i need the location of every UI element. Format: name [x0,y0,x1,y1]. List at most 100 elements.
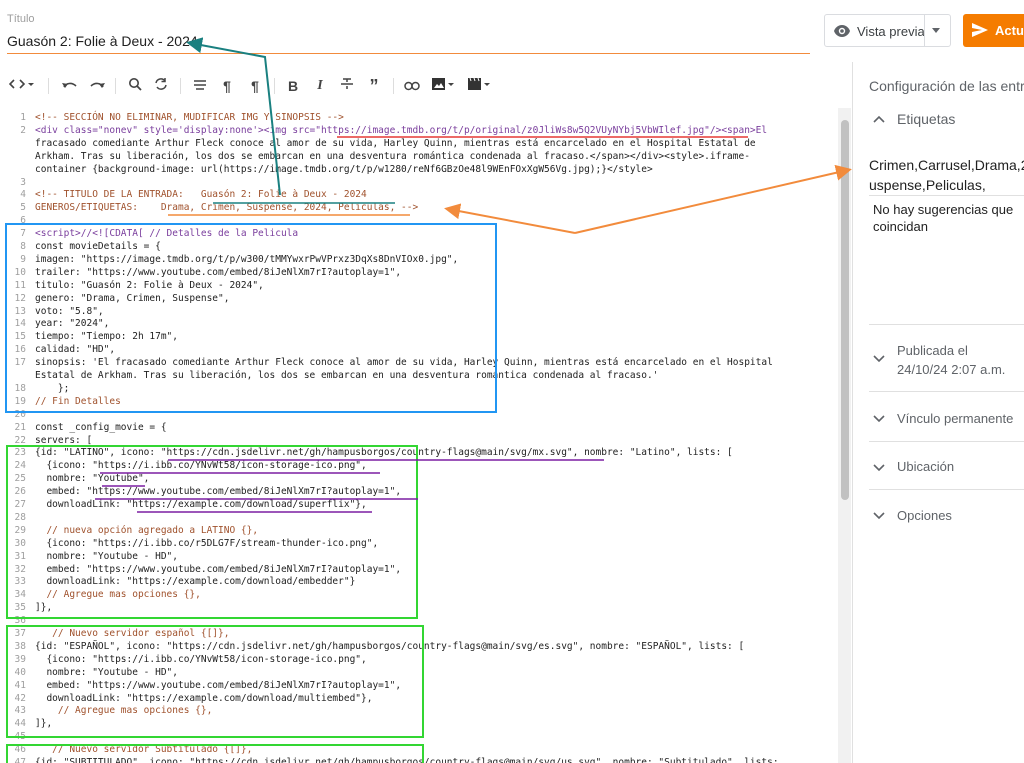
code-line[interactable]: nombre: "Youtube", [35,473,149,484]
code-line[interactable]: fracasado comediante Arthur Fleck conoce… [35,138,756,149]
quote-icon[interactable]: ” [366,76,382,96]
code-line[interactable]: const movieDetails = { [35,241,161,252]
code-line[interactable]: calidad: "HD", [35,344,115,355]
code-line[interactable]: embed: "https://www.youtube.com/embed/8i… [35,486,401,497]
code-line[interactable]: embed: "https://www.youtube.com/embed/8i… [35,680,401,691]
editor-toolbar: ¶ ¶ B I ” [0,66,848,106]
code-line[interactable]: nombre: "Youtube - HD", [35,667,178,678]
code-line[interactable]: // nueva opción agregado a LATINO {}, [35,525,258,536]
line-number: 9 [20,253,26,265]
line-number: 35 [14,602,26,614]
redo-icon[interactable] [87,76,107,96]
chevron-down-icon[interactable] [932,28,940,33]
code-line[interactable]: <div class="nonev" style='display:none'>… [35,125,767,136]
line-number: 41 [14,679,26,691]
code-line[interactable]: {id: "LATINO", icono: "https://cdn.jsdel… [35,447,733,458]
code-line[interactable]: trailer: "https://www.youtube.com/embed/… [35,267,401,278]
code-line[interactable]: tiempo: "Tiempo: 2h 17m", [35,331,178,342]
post-title-input[interactable]: Guasón 2: Folie à Deux - 2024 [7,33,198,49]
code-line[interactable]: // Agregue mas opciones {}, [35,589,200,600]
bold-icon[interactable]: B [285,76,301,96]
code-line[interactable]: {id: "ESPAÑOL", icono: "https://cdn.jsde… [35,641,744,652]
send-icon [971,22,989,43]
line-number: 21 [14,421,26,433]
line-number: 26 [14,486,26,498]
chevron-up-icon[interactable] [873,114,885,124]
code-line[interactable]: downloadLink: "https://example.com/downl… [35,576,355,587]
code-line[interactable]: GENEROS/ETIQUETAS: Drama, Crimen, Suspen… [35,202,418,213]
chevron-down-icon[interactable] [873,354,885,364]
strikethrough-icon[interactable] [339,76,355,96]
code-line[interactable]: ]}, [35,602,52,613]
code-line[interactable]: Arkham. Tras su liberación, los dos se e… [35,151,750,162]
code-line[interactable]: voto: "5.8", [35,306,104,317]
code-line[interactable]: titulo: "Guasón 2: Folie à Deux - 2024", [35,280,264,291]
search-icon[interactable] [126,76,144,96]
chevron-down-icon[interactable] [873,463,885,473]
code-line[interactable]: container {background-image: url(https:/… [35,164,653,175]
line-number: 40 [14,666,26,678]
code-line[interactable]: // Agregue mas opciones {}, [35,705,212,716]
chevron-down-icon[interactable] [873,511,885,521]
video-icon[interactable] [466,76,492,96]
code-line[interactable]: // Fin Detalles [35,396,121,407]
line-number: 43 [14,705,26,717]
line-number: 30 [14,537,26,549]
chevron-down-icon[interactable] [873,414,885,424]
link-icon[interactable] [403,76,421,96]
code-line[interactable]: Estatal de Arkham. Tras su liberación, l… [35,370,658,381]
code-line[interactable]: year: "2024", [35,318,109,329]
title-caption: Título [7,13,35,25]
code-line[interactable]: downloadLink: "https://example.com/downl… [35,499,366,510]
image-icon[interactable] [430,76,456,96]
line-number: 44 [14,718,26,730]
code-line[interactable]: imagen: "https://image.tmdb.org/t/p/w300… [35,254,458,265]
code-view-icon[interactable] [8,76,36,96]
code-line[interactable]: {icono: "https://i.ibb.co/YNvWt58/icon-s… [35,654,366,665]
code-line[interactable]: {icono: "https://i.ibb.co/YNvWt58/icon-s… [35,460,366,471]
line-number: 29 [14,524,26,536]
paragraph-icon[interactable]: ¶ [219,76,235,96]
editor-scrollbar-thumb[interactable] [841,120,849,500]
undo-icon[interactable] [60,76,80,96]
published-label: Publicada el [897,343,968,358]
line-number: 25 [14,473,26,485]
code-line[interactable]: <!-- TITULO DE LA ENTRADA: Guasón 2: Fol… [35,189,367,200]
code-line[interactable]: {icono: "https://i.ibb.co/r5DLG7F/stream… [35,538,378,549]
line-number: 6 [20,215,26,227]
format-icon[interactable] [191,76,209,96]
code-line[interactable]: ]}, [35,718,52,729]
code-line[interactable]: // Nuevo servidor Subtitulado {[]}, [35,744,252,755]
code-editor[interactable]: 1 <!-- SECCIÓN NO ELIMINAR, MUDIFICAR IMG… [0,108,838,763]
ltr-paragraph-icon[interactable]: ¶ [246,76,264,96]
line-number: 23 [14,447,26,459]
code-line[interactable]: {id: "SUBTITULADO", icono: "https://cdn.… [35,757,779,763]
code-line[interactable]: <!-- SECCIÓN NO ELIMINAR, MUDIFICAR IMG … [35,112,344,123]
replace-icon[interactable] [152,76,170,96]
labels-input-line1[interactable]: Crimen,Carrusel,Drama,20 [869,157,1024,173]
published-date: 24/10/24 2:07 a.m. [897,362,1006,377]
code-line[interactable]: embed: "https://www.youtube.com/embed/8i… [35,564,401,575]
no-suggestions-text: No hay sugerencias que coincidan [873,202,1014,234]
section-divider [869,391,1024,392]
code-line[interactable]: downloadLink: "https://example.com/downl… [35,693,372,704]
line-number: 3 [20,176,26,188]
code-line[interactable]: // Nuevo servidor español {[]}, [35,628,229,639]
code-line[interactable]: }; [35,383,69,394]
labels-input-line2[interactable]: uspense,Peliculas, [869,177,986,193]
code-line[interactable]: genero: "Drama, Crimen, Suspense", [35,293,229,304]
title-underline [7,53,810,54]
preview-button[interactable]: Vista previa [824,14,951,47]
italic-icon[interactable]: I [313,76,327,96]
line-number: 20 [14,408,26,420]
code-line[interactable]: sinopsis: 'El fracasado comediante Arthu… [35,357,773,368]
line-number: 28 [14,511,26,523]
code-line[interactable]: servers: [ [35,435,92,446]
code-line[interactable]: <script>//<![CDATA[ // Detalles de la Pe… [35,228,298,239]
line-number: 5 [20,202,26,214]
line-number: 10 [14,266,26,278]
update-button[interactable]: Actua [963,14,1024,47]
code-line[interactable]: const _config_movie = { [35,422,167,433]
code-line[interactable]: nombre: "Youtube - HD", [35,551,178,562]
sidebar-title: Configuración de las entra [869,78,1024,94]
